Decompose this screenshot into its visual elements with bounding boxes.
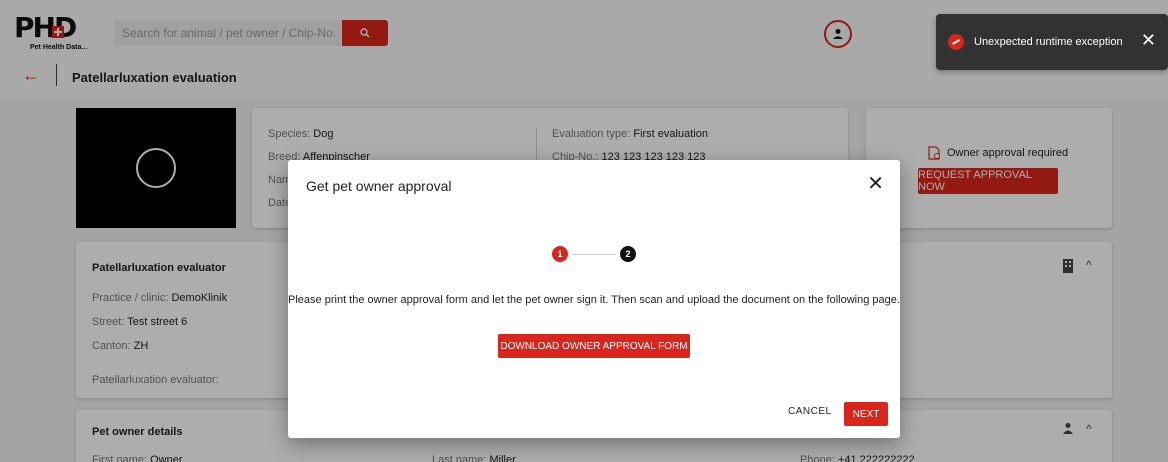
dialog-close-icon[interactable]: ✕ (867, 174, 884, 194)
cancel-button[interactable]: CANCEL (788, 406, 832, 417)
toast-message: Unexpected runtime exception (974, 36, 1123, 48)
next-button[interactable]: NEXT (844, 402, 888, 426)
error-icon (948, 34, 964, 50)
toast-close-icon[interactable]: ✕ (1141, 31, 1156, 49)
stepper-step-2: 2 (620, 246, 636, 262)
download-approval-form-button[interactable]: DOWNLOAD OWNER APPROVAL FORM (498, 334, 690, 358)
dialog-instructions: Please print the owner approval form and… (288, 294, 900, 306)
stepper-step-1: 1 (552, 246, 568, 262)
owner-approval-dialog: Get pet owner approval ✕ 1 2 Please prin… (288, 160, 900, 438)
error-toast: Unexpected runtime exception ✕ (936, 14, 1168, 70)
stepper-connector (572, 254, 616, 255)
dialog-title: Get pet owner approval (306, 178, 452, 194)
